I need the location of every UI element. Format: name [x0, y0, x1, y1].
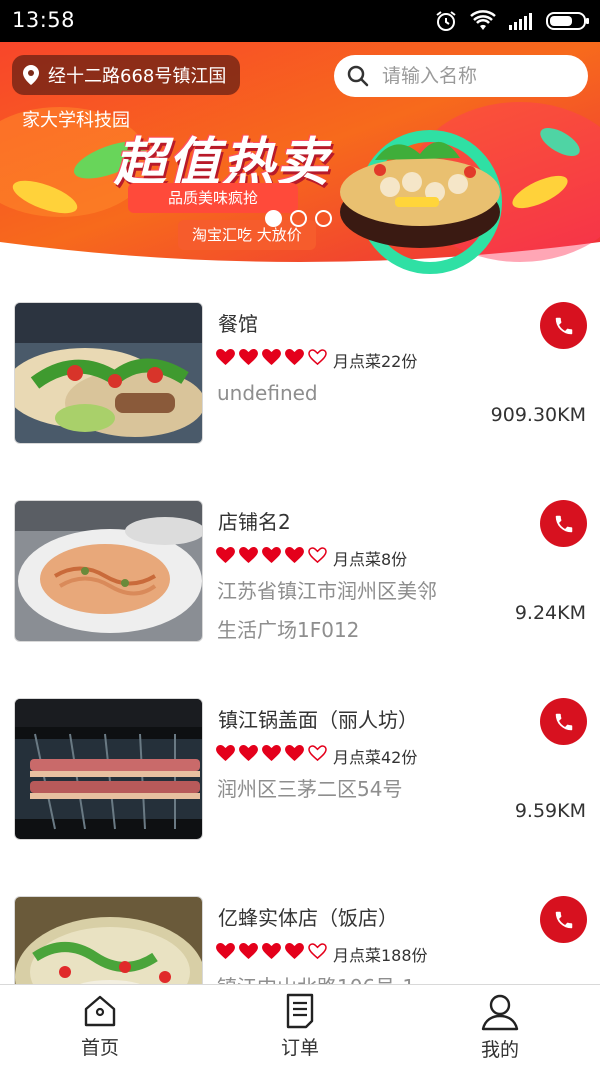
call-button[interactable]	[540, 302, 587, 349]
heart-filled-icon	[262, 943, 281, 960]
tab-home-label: 首页	[80, 1037, 119, 1059]
user-icon	[481, 994, 519, 1031]
heart-filled-icon	[262, 745, 281, 762]
call-button[interactable]	[540, 698, 587, 745]
restaurant-image[interactable]	[14, 698, 203, 840]
promo-banner[interactable]: 经十二路668号镇江国 家大学科技园 超值热卖 品质美味疯抢 淘宝汇吃 大放价	[0, 42, 600, 274]
restaurant-list: 餐馆 月点菜22份 undefined 909.30KM 店铺名2 月点菜8份 …	[0, 274, 600, 984]
restaurant-distance: 909.30KM	[490, 404, 586, 426]
restaurant-image[interactable]	[14, 302, 203, 444]
restaurant-name: 店铺名2	[218, 510, 291, 534]
heart-filled-icon	[285, 349, 304, 366]
search-box[interactable]	[334, 55, 588, 97]
alarm-icon	[436, 11, 456, 31]
heart-filled-icon	[285, 745, 304, 762]
pagination-dot-active[interactable]	[265, 210, 282, 227]
home-icon	[84, 995, 116, 1027]
heart-filled-icon	[239, 547, 258, 564]
restaurant-item[interactable]: 亿蜂实体店（饭店） 月点菜188份 镇江中山北路106号-1	[0, 868, 600, 984]
rating-hearts	[216, 745, 327, 762]
restaurant-address: 润州区三茅二区54号	[217, 777, 403, 801]
search-input[interactable]	[382, 65, 572, 87]
location-selector[interactable]: 经十二路668号镇江国	[12, 55, 241, 95]
bottom-tab-bar: 首页 订单 我的	[0, 984, 600, 1067]
pagination-dot[interactable]	[315, 210, 332, 227]
restaurant-name: 亿蜂实体店（饭店）	[218, 906, 398, 930]
tab-profile-label: 我的	[480, 1039, 519, 1061]
monthly-sales: 月点菜188份	[333, 946, 428, 965]
call-button[interactable]	[540, 896, 587, 943]
location-text: 经十二路668号镇江国	[48, 66, 227, 87]
restaurant-item[interactable]: 餐馆 月点菜22份 undefined 909.30KM	[0, 274, 600, 444]
heart-filled-icon	[239, 745, 258, 762]
heart-filled-icon	[239, 349, 258, 366]
heart-outline-icon	[308, 547, 327, 564]
phone-icon	[555, 515, 572, 532]
heart-outline-icon	[308, 349, 327, 366]
status-time: 13:58	[12, 8, 76, 32]
restaurant-distance: 9.24KM	[514, 602, 586, 624]
heart-filled-icon	[216, 349, 235, 366]
signal-icon	[509, 13, 532, 30]
heart-outline-icon	[308, 943, 327, 960]
restaurant-address: 镇江中山北路106号-1	[217, 968, 447, 984]
rating-hearts	[216, 349, 327, 366]
heart-filled-icon	[216, 943, 235, 960]
monthly-sales: 月点菜8份	[333, 550, 408, 569]
restaurant-address: 江苏省镇江市润州区美邻生活广场1F012	[217, 579, 437, 642]
restaurant-item[interactable]: 店铺名2 月点菜8份 江苏省镇江市润州区美邻生活广场1F012 9.24KM	[0, 472, 600, 642]
restaurant-name: 镇江锅盖面（丽人坊）	[218, 708, 418, 732]
restaurant-item[interactable]: 镇江锅盖面（丽人坊） 月点菜42份 润州区三茅二区54号 9.59KM	[0, 670, 600, 840]
heart-filled-icon	[216, 745, 235, 762]
tab-orders-label: 订单	[280, 1037, 319, 1059]
phone-icon	[555, 317, 572, 334]
battery-icon	[546, 12, 589, 30]
tab-home[interactable]: 首页	[50, 993, 150, 1060]
order-icon	[286, 993, 314, 1029]
heart-filled-icon	[285, 547, 304, 564]
tab-profile[interactable]: 我的	[450, 993, 550, 1062]
restaurant-distance: 9.59KM	[514, 800, 586, 822]
status-bar: 13:58	[0, 0, 600, 42]
phone-icon	[555, 713, 572, 730]
heart-filled-icon	[262, 349, 281, 366]
call-button[interactable]	[540, 500, 587, 547]
banner-subtitle-1: 品质美味疯抢	[128, 183, 299, 213]
tab-orders[interactable]: 订单	[250, 993, 350, 1060]
wifi-icon	[470, 10, 496, 30]
restaurant-image[interactable]	[14, 500, 203, 642]
banner-pagination	[265, 210, 332, 227]
restaurant-image[interactable]	[14, 896, 203, 984]
restaurant-address: undefined	[217, 381, 318, 405]
heart-filled-icon	[216, 547, 235, 564]
status-icons	[434, 8, 590, 34]
search-icon	[347, 65, 369, 87]
pagination-dot[interactable]	[290, 210, 307, 227]
heart-filled-icon	[239, 943, 258, 960]
rating-hearts	[216, 943, 327, 960]
heart-filled-icon	[285, 943, 304, 960]
monthly-sales: 月点菜42份	[333, 748, 418, 767]
heart-filled-icon	[262, 547, 281, 564]
restaurant-name: 餐馆	[218, 312, 258, 336]
location-pin-icon	[22, 64, 40, 86]
heart-outline-icon	[308, 745, 327, 762]
phone-icon	[555, 911, 572, 928]
monthly-sales: 月点菜22份	[333, 352, 418, 371]
rating-hearts	[216, 547, 327, 564]
